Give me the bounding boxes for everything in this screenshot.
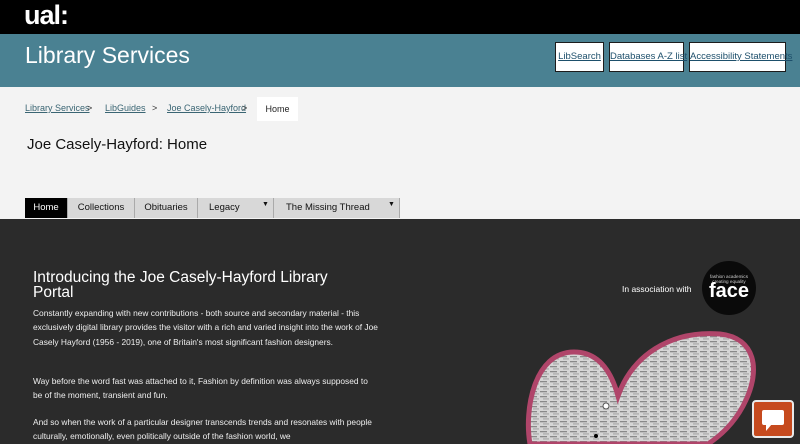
association-label: In association with <box>622 284 692 294</box>
transcends-paragraph: And so when the work of a particular des… <box>33 417 372 442</box>
face-logo[interactable]: fashion academics creating equality face <box>702 261 756 315</box>
tab-the-missing-thread[interactable]: The Missing Thread <box>274 198 400 218</box>
heart-word-cloud-image <box>525 331 756 444</box>
accessibility-statements-button[interactable]: Accessibility Statements <box>689 42 792 72</box>
breadcrumb-libguides[interactable]: LibGuides <box>105 103 146 113</box>
caret-down-icon[interactable]: ▼ <box>388 198 395 212</box>
tab-collections[interactable]: Collections <box>68 198 135 218</box>
breadcrumb-separator: > <box>152 103 158 113</box>
breadcrumb-separator: > <box>242 103 248 113</box>
breadcrumb-area: Library Services > LibGuides > Joe Casel… <box>0 87 800 219</box>
page-title: Joe Casely-Hayford: Home <box>27 136 208 153</box>
breadcrumb-library-services[interactable]: Library Services <box>25 103 90 113</box>
breadcrumb-current: Home <box>257 97 298 121</box>
header-banner: Library Services LibSearch Databases A-Z… <box>0 34 800 87</box>
intro-paragraph: Constantly expanding with new contributi… <box>33 308 378 347</box>
content-heading: Introducing the Joe Casely-Hayford Libra… <box>33 269 328 301</box>
breadcrumb-joe-casely-hayford[interactable]: Joe Casely-Hayford <box>167 103 246 113</box>
chat-bubble-icon <box>762 410 784 431</box>
chat-button[interactable] <box>752 400 794 438</box>
fashion-paragraph: Way before the word fast was attached to… <box>33 376 368 401</box>
tab-home[interactable]: Home <box>25 198 68 218</box>
site-title[interactable]: Library Services <box>25 41 190 69</box>
databases-az-button[interactable]: Databases A-Z list <box>609 42 687 72</box>
top-bar: ual: <box>0 0 800 34</box>
tab-obituaries[interactable]: Obituaries <box>135 198 198 218</box>
libsearch-button[interactable]: LibSearch <box>555 42 604 72</box>
ual-logo[interactable]: ual: <box>24 0 69 30</box>
face-logo-word: face <box>708 280 750 302</box>
breadcrumb-separator: > <box>87 103 93 113</box>
caret-down-icon[interactable]: ▼ <box>262 198 269 212</box>
